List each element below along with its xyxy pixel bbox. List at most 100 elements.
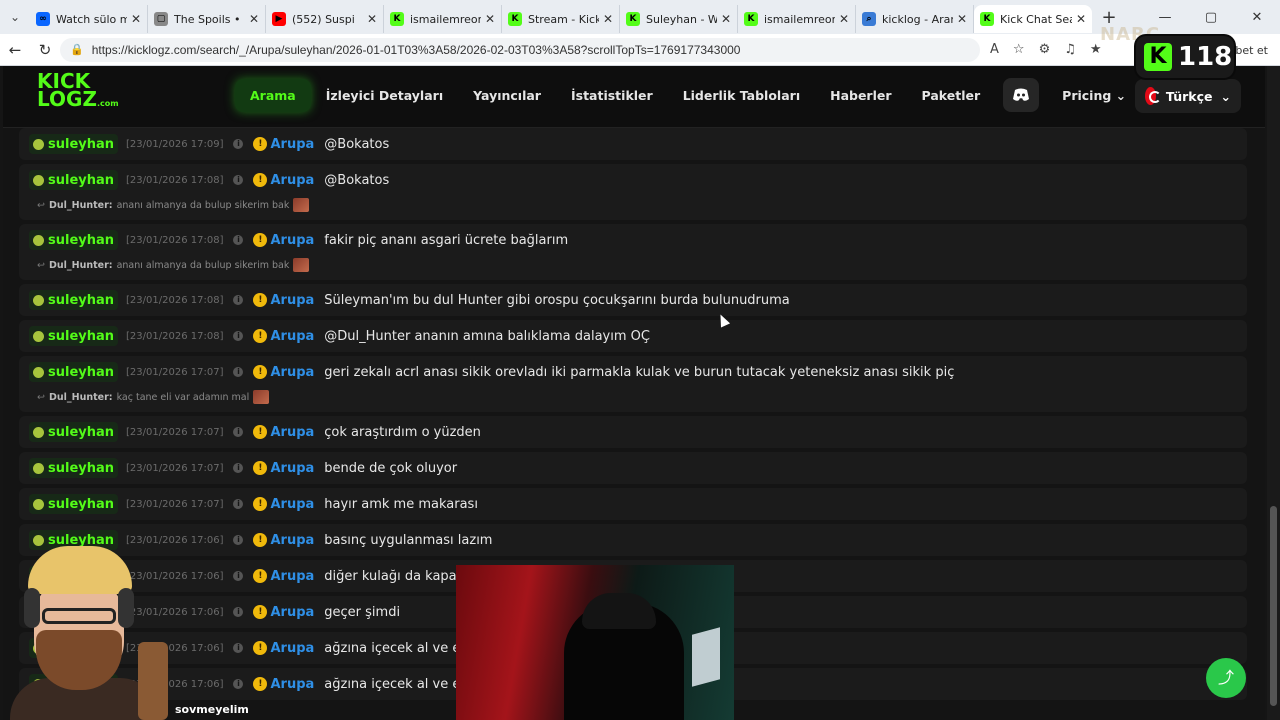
minimize-button[interactable]: — (1142, 10, 1188, 25)
nav-item[interactable]: Arama (235, 78, 311, 112)
language-selector[interactable]: Türkçe ⌄ (1135, 79, 1241, 113)
back-button[interactable]: ← (0, 41, 30, 59)
tab-strip: ∞ Watch sülo md ✕ ▢ The Spoils • HBO ✕ ▶ (552) … (30, 1, 1092, 33)
username: suleyhan (48, 172, 115, 188)
info-icon[interactable]: i (233, 295, 244, 305)
browser-tab[interactable]: Kismailemreonlin ✕ (384, 5, 502, 33)
reply-context: ↩ Dul_Hunter: kaç tane eli var adamın mal (37, 388, 1237, 406)
tab-close-icon[interactable]: ✕ (131, 12, 141, 26)
url-field[interactable]: 🔒 https://kicklogz.com/search/_/Arupa/su… (60, 37, 980, 62)
channel-badge-icon: ! (253, 329, 268, 343)
info-icon[interactable]: i (233, 499, 244, 509)
info-icon[interactable]: i (233, 139, 244, 149)
channel-name[interactable]: Arupa (270, 293, 314, 308)
browser-tab[interactable]: K Stream - Kick Da ✕ (502, 5, 620, 33)
info-icon[interactable]: i (233, 679, 244, 689)
tab-close-icon[interactable]: ✕ (485, 12, 495, 26)
tab-title: Suleyhan - Watc (646, 12, 717, 26)
info-icon[interactable]: i (233, 463, 244, 473)
browser-tab[interactable]: ∞ Watch sülo md ✕ (30, 5, 148, 33)
username-chip[interactable]: suleyhan (29, 494, 119, 514)
username-chip[interactable]: suleyhan (29, 326, 119, 346)
browser-tab[interactable]: K Kick Chat Search ✕ (974, 5, 1092, 33)
window-controls: — ▢ ✕ (1142, 10, 1280, 25)
page-scrollbar[interactable] (1267, 66, 1280, 720)
channel-name[interactable]: Arupa (270, 173, 314, 188)
nav-item[interactable]: İzleyici Detayları (311, 79, 458, 112)
user-badge-icon (33, 366, 44, 378)
username-chip[interactable]: suleyhan (29, 458, 119, 478)
channel-name[interactable]: Arupa (270, 677, 314, 692)
tab-close-icon[interactable]: ✕ (249, 12, 259, 26)
tab-close-icon[interactable]: ✕ (721, 12, 731, 26)
channel-name[interactable]: Arupa (270, 605, 314, 620)
info-icon[interactable]: i (233, 571, 244, 581)
browser-tab[interactable]: Kismailemreonlin ✕ (738, 5, 856, 33)
browser-tab[interactable]: ▶ (552) Suspi ✕ (266, 5, 384, 33)
favorite-star-icon[interactable]: ☆ (1013, 42, 1025, 57)
chat-message-row: suleyhan [23/01/2026 17:08] i! Arupa fakir p… (19, 224, 1247, 280)
nav-pricing[interactable]: Pricing ⌄ (1047, 79, 1141, 112)
info-icon[interactable]: i (233, 607, 244, 617)
channel-name[interactable]: Arupa (270, 365, 314, 380)
info-icon[interactable]: i (233, 175, 244, 185)
channel-badge-icon: ! (253, 425, 268, 439)
info-icon[interactable]: i (233, 427, 244, 437)
channel-name[interactable]: Arupa (270, 533, 314, 548)
info-icon[interactable]: i (233, 235, 244, 245)
username-chip[interactable]: suleyhan (29, 290, 119, 310)
channel-name[interactable]: Arupa (270, 233, 314, 248)
nav-item[interactable]: Yayıncılar (458, 79, 556, 112)
reload-button[interactable]: ↻ (30, 41, 60, 59)
tab-close-icon[interactable]: ✕ (957, 12, 967, 26)
info-icon[interactable]: i (233, 535, 244, 545)
media-icon[interactable]: ♫ (1064, 42, 1076, 57)
username-chip[interactable]: suleyhan (29, 422, 119, 442)
channel-name[interactable]: Arupa (270, 641, 314, 656)
channel-badge-icon: ! (253, 677, 268, 691)
discord-icon[interactable] (1003, 78, 1040, 112)
chat-message-row: suleyhan [23/01/2026 17:07] i! Arupa hayır a… (19, 488, 1247, 520)
nav-item[interactable]: İstatistikler (556, 79, 668, 112)
tab-close-icon[interactable]: ✕ (367, 12, 377, 26)
username-chip[interactable]: suleyhan (29, 362, 119, 382)
read-aloud-icon[interactable]: A (990, 42, 999, 57)
info-icon[interactable]: i (233, 331, 244, 341)
channel-name[interactable]: Arupa (270, 329, 314, 344)
tab-close-icon[interactable]: ✕ (839, 12, 849, 26)
browser-tab[interactable]: ▢ The Spoils • HBO ✕ (148, 5, 266, 33)
site-logo[interactable]: KICK LOGZ.com (37, 71, 119, 113)
tab-favicon-icon: K (508, 12, 522, 26)
info-icon[interactable]: i (233, 643, 244, 653)
nav-item[interactable]: Haberler (815, 79, 906, 112)
user-badge-icon (33, 234, 44, 246)
message-text: hayır amk me makarası (324, 496, 478, 512)
nav-item[interactable]: Paketler (907, 79, 996, 112)
username-chip[interactable]: suleyhan (29, 134, 119, 154)
close-window-button[interactable]: ✕ (1234, 10, 1280, 25)
share-icon[interactable]: ⤴ (1206, 658, 1246, 698)
nav-item[interactable]: Liderlik Tabloları (668, 79, 815, 112)
maximize-button[interactable]: ▢ (1188, 10, 1234, 25)
channel-name[interactable]: Arupa (270, 137, 314, 152)
user-badge-icon (33, 426, 44, 438)
reply-username: Dul_Hunter: (48, 199, 113, 211)
tab-close-icon[interactable]: ✕ (603, 12, 613, 26)
extensions-icon[interactable]: ⚙ (1039, 42, 1051, 57)
channel-name[interactable]: Arupa (270, 497, 314, 512)
tab-close-icon[interactable]: ✕ (1076, 12, 1086, 26)
timestamp: [23/01/2026 17:07] (126, 498, 224, 510)
channel-name[interactable]: Arupa (270, 461, 314, 476)
timestamp: [23/01/2026 17:08] (126, 234, 224, 246)
channel-name[interactable]: Arupa (270, 569, 314, 584)
channel-badge-icon: ! (253, 497, 268, 511)
username-chip[interactable]: suleyhan (29, 170, 119, 190)
tab-list-dropdown[interactable]: ⌄ (0, 0, 30, 34)
channel-name[interactable]: Arupa (270, 425, 314, 440)
scrollbar-thumb[interactable] (1270, 506, 1277, 706)
username-chip[interactable]: suleyhan (29, 230, 119, 250)
browser-tab[interactable]: ⌕ kicklog - Arama ✕ (856, 5, 974, 33)
channel-badge-icon: ! (253, 137, 268, 151)
browser-tab[interactable]: K Suleyhan - Watc ✕ (620, 5, 738, 33)
info-icon[interactable]: i (233, 367, 244, 377)
